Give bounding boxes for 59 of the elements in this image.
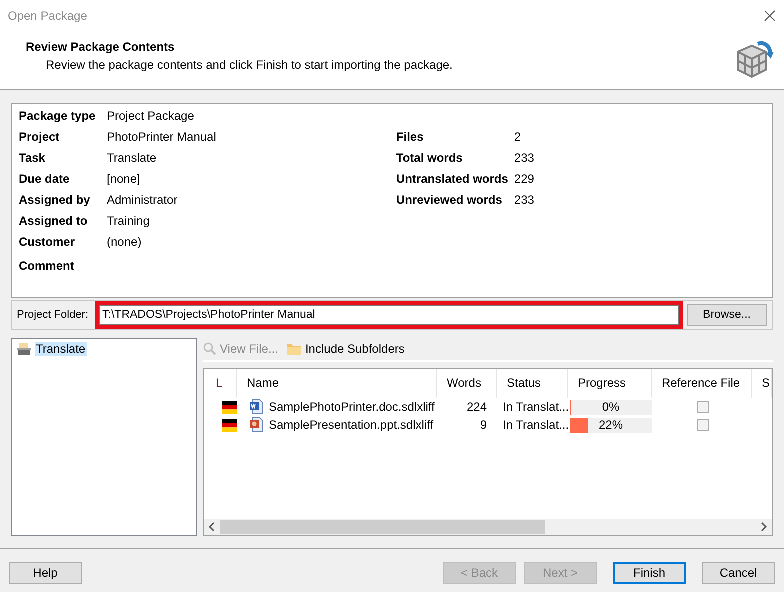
detail-label: Files bbox=[396, 129, 425, 146]
field-label: Project Folder: bbox=[17, 309, 89, 321]
column-header[interactable]: Reference File bbox=[652, 369, 752, 398]
word-count: 9 bbox=[479, 418, 488, 432]
detail-value: Project Package bbox=[107, 108, 196, 125]
column-header[interactable]: S bbox=[752, 369, 772, 398]
detail-label: Package type bbox=[19, 108, 97, 125]
toolbar-button[interactable]: Include Subfolders bbox=[286, 342, 405, 356]
folder-icon bbox=[286, 342, 302, 356]
file-name: SamplePhotoPrinter.doc.sdlxliff bbox=[269, 400, 435, 414]
detail-value: Administrator bbox=[107, 192, 179, 209]
detail-value: [none] bbox=[107, 171, 142, 188]
detail-label: Customer bbox=[19, 234, 76, 251]
file-name: SamplePresentation.ppt.sdlxliff bbox=[269, 418, 434, 432]
detail-value: (none) bbox=[107, 234, 143, 251]
status-cell-text: In Translat... bbox=[502, 400, 568, 414]
word-count: 224 bbox=[466, 400, 488, 414]
detail-label: Assigned by bbox=[19, 192, 92, 209]
browse-button[interactable]: Browse... bbox=[687, 304, 767, 326]
column-header[interactable]: Words bbox=[437, 369, 497, 398]
detail-label: Project bbox=[19, 129, 61, 146]
dialog-button[interactable]: Help bbox=[9, 562, 82, 584]
detail-value: PhotoPrinter Manual bbox=[107, 129, 216, 146]
detail-label: Unreviewed words bbox=[396, 192, 504, 209]
close-icon[interactable] bbox=[764, 10, 776, 22]
horizontal-scrollbar[interactable] bbox=[204, 519, 772, 535]
flag-icon bbox=[222, 400, 237, 414]
detail-value: Translate bbox=[107, 150, 158, 167]
flag-icon bbox=[222, 418, 237, 432]
detail-value: Training bbox=[107, 213, 151, 230]
detail-label: Task bbox=[19, 150, 46, 167]
detail-label: Due date bbox=[19, 171, 71, 188]
column-header[interactable]: Name bbox=[237, 369, 437, 398]
presentation-file-icon bbox=[249, 417, 265, 433]
detail-value: 2 bbox=[514, 129, 522, 146]
reference-checkbox[interactable] bbox=[697, 401, 709, 413]
dialog-button[interactable]: Cancel bbox=[702, 562, 775, 584]
detail-label: Comment bbox=[19, 258, 76, 275]
search-icon bbox=[203, 342, 217, 356]
column-header[interactable]: Progress bbox=[568, 369, 652, 398]
status-cell-text: In Translat... bbox=[502, 418, 568, 432]
column-header[interactable]: L bbox=[204, 369, 237, 398]
tray-icon bbox=[16, 342, 32, 356]
dialog-button[interactable]: Finish bbox=[613, 562, 686, 584]
page-subtitle: Review the package contents and click Finish to start importing the package. bbox=[46, 58, 453, 72]
column-header[interactable]: Status bbox=[497, 369, 568, 398]
progress-text: 22% bbox=[598, 418, 624, 432]
progress-text: 0% bbox=[601, 400, 621, 414]
detail-value: 233 bbox=[514, 192, 534, 209]
detail-label: Untranslated words bbox=[396, 171, 510, 188]
detail-label: Total words bbox=[396, 150, 464, 167]
detail-label: Assigned to bbox=[19, 213, 89, 230]
window-title: Open Package bbox=[8, 9, 88, 23]
page-heading: Review Package Contents bbox=[26, 40, 176, 54]
reference-checkbox[interactable] bbox=[697, 419, 709, 431]
detail-value: 229 bbox=[514, 171, 534, 188]
detail-value: 233 bbox=[514, 150, 534, 167]
tree-item[interactable]: Translate bbox=[35, 342, 87, 356]
word-file-icon bbox=[249, 399, 265, 415]
